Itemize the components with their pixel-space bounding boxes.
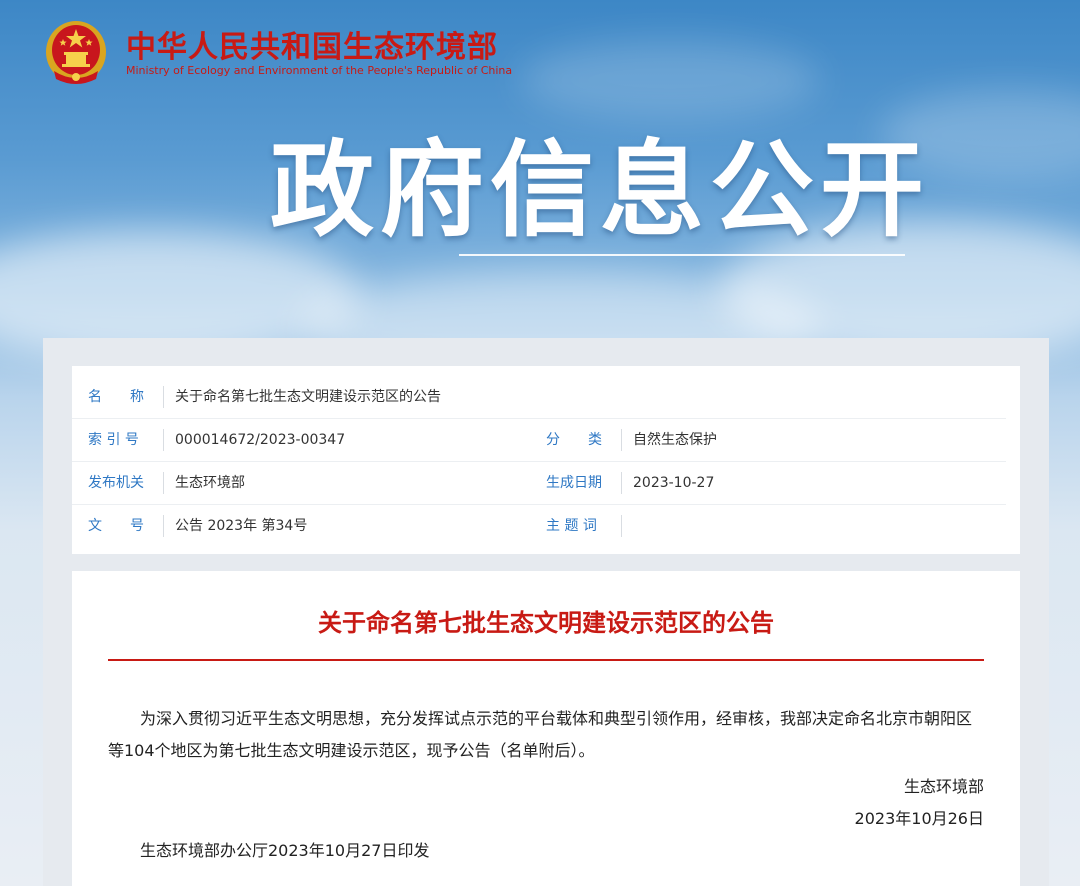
cloud-decoration [520,40,820,120]
print-note: 生态环境部办公厅2023年10月27日印发 [140,841,430,860]
org-name-en: Ministry of Ecology and Environment of t… [126,64,513,77]
meta-row-issuer: 发布机关 生态环境部 生成日期 2023-10-27 [72,462,1006,505]
docnum-label: 文 号 [88,518,144,534]
column-divider [163,386,164,408]
subject-label: 主 题 词 [546,518,597,534]
column-divider [621,429,622,451]
date-label: 生成日期 [546,475,602,491]
name-label: 名 称 [88,389,144,405]
column-divider [163,472,164,494]
column-divider [163,515,164,537]
column-divider [163,429,164,451]
category-value: 自然生态保护 [633,432,717,448]
national-emblem-icon [46,21,106,84]
document-title: 关于命名第七批生态文明建设示范区的公告 [318,609,774,637]
issuer-label: 发布机关 [88,475,144,491]
meta-row-name: 名 称 关于命名第七批生态文明建设示范区的公告 [72,376,1006,419]
document-paragraph: 为深入贯彻习近平生态文明思想，充分发挥试点示范的平台载体和典型引领作用，经审核，… [108,709,973,760]
issuer-value: 生态环境部 [175,475,245,491]
category-label: 分 类 [546,432,602,448]
date-value: 2023-10-27 [633,475,715,491]
meta-row-docnum: 文 号 公告 2023年 第34号 主 题 词 [72,505,1006,547]
meta-row-index: 索 引 号 000014672/2023-00347 分 类 自然生态保护 [72,419,1006,462]
metadata-table: 名 称 关于命名第七批生态文明建设示范区的公告 索 引 号 000014672/… [72,366,1020,554]
title-divider [108,659,984,661]
column-divider [621,472,622,494]
hero-title: 政府信息公开 [270,129,931,251]
document-body: 关于命名第七批生态文明建设示范区的公告 为深入贯彻习近平生态文明思想，充分发挥试… [72,571,1020,886]
hero-divider [459,254,905,256]
sign-date: 2023年10月26日 [854,809,984,828]
column-divider [621,515,622,537]
docnum-value: 公告 2023年 第34号 [175,518,308,534]
index-label: 索 引 号 [88,432,139,448]
index-value: 000014672/2023-00347 [175,432,346,448]
org-name-cn: 中华人民共和国生态环境部 [126,30,498,65]
name-value: 关于命名第七批生态文明建设示范区的公告 [175,389,441,405]
signatory: 生态环境部 [903,777,984,796]
